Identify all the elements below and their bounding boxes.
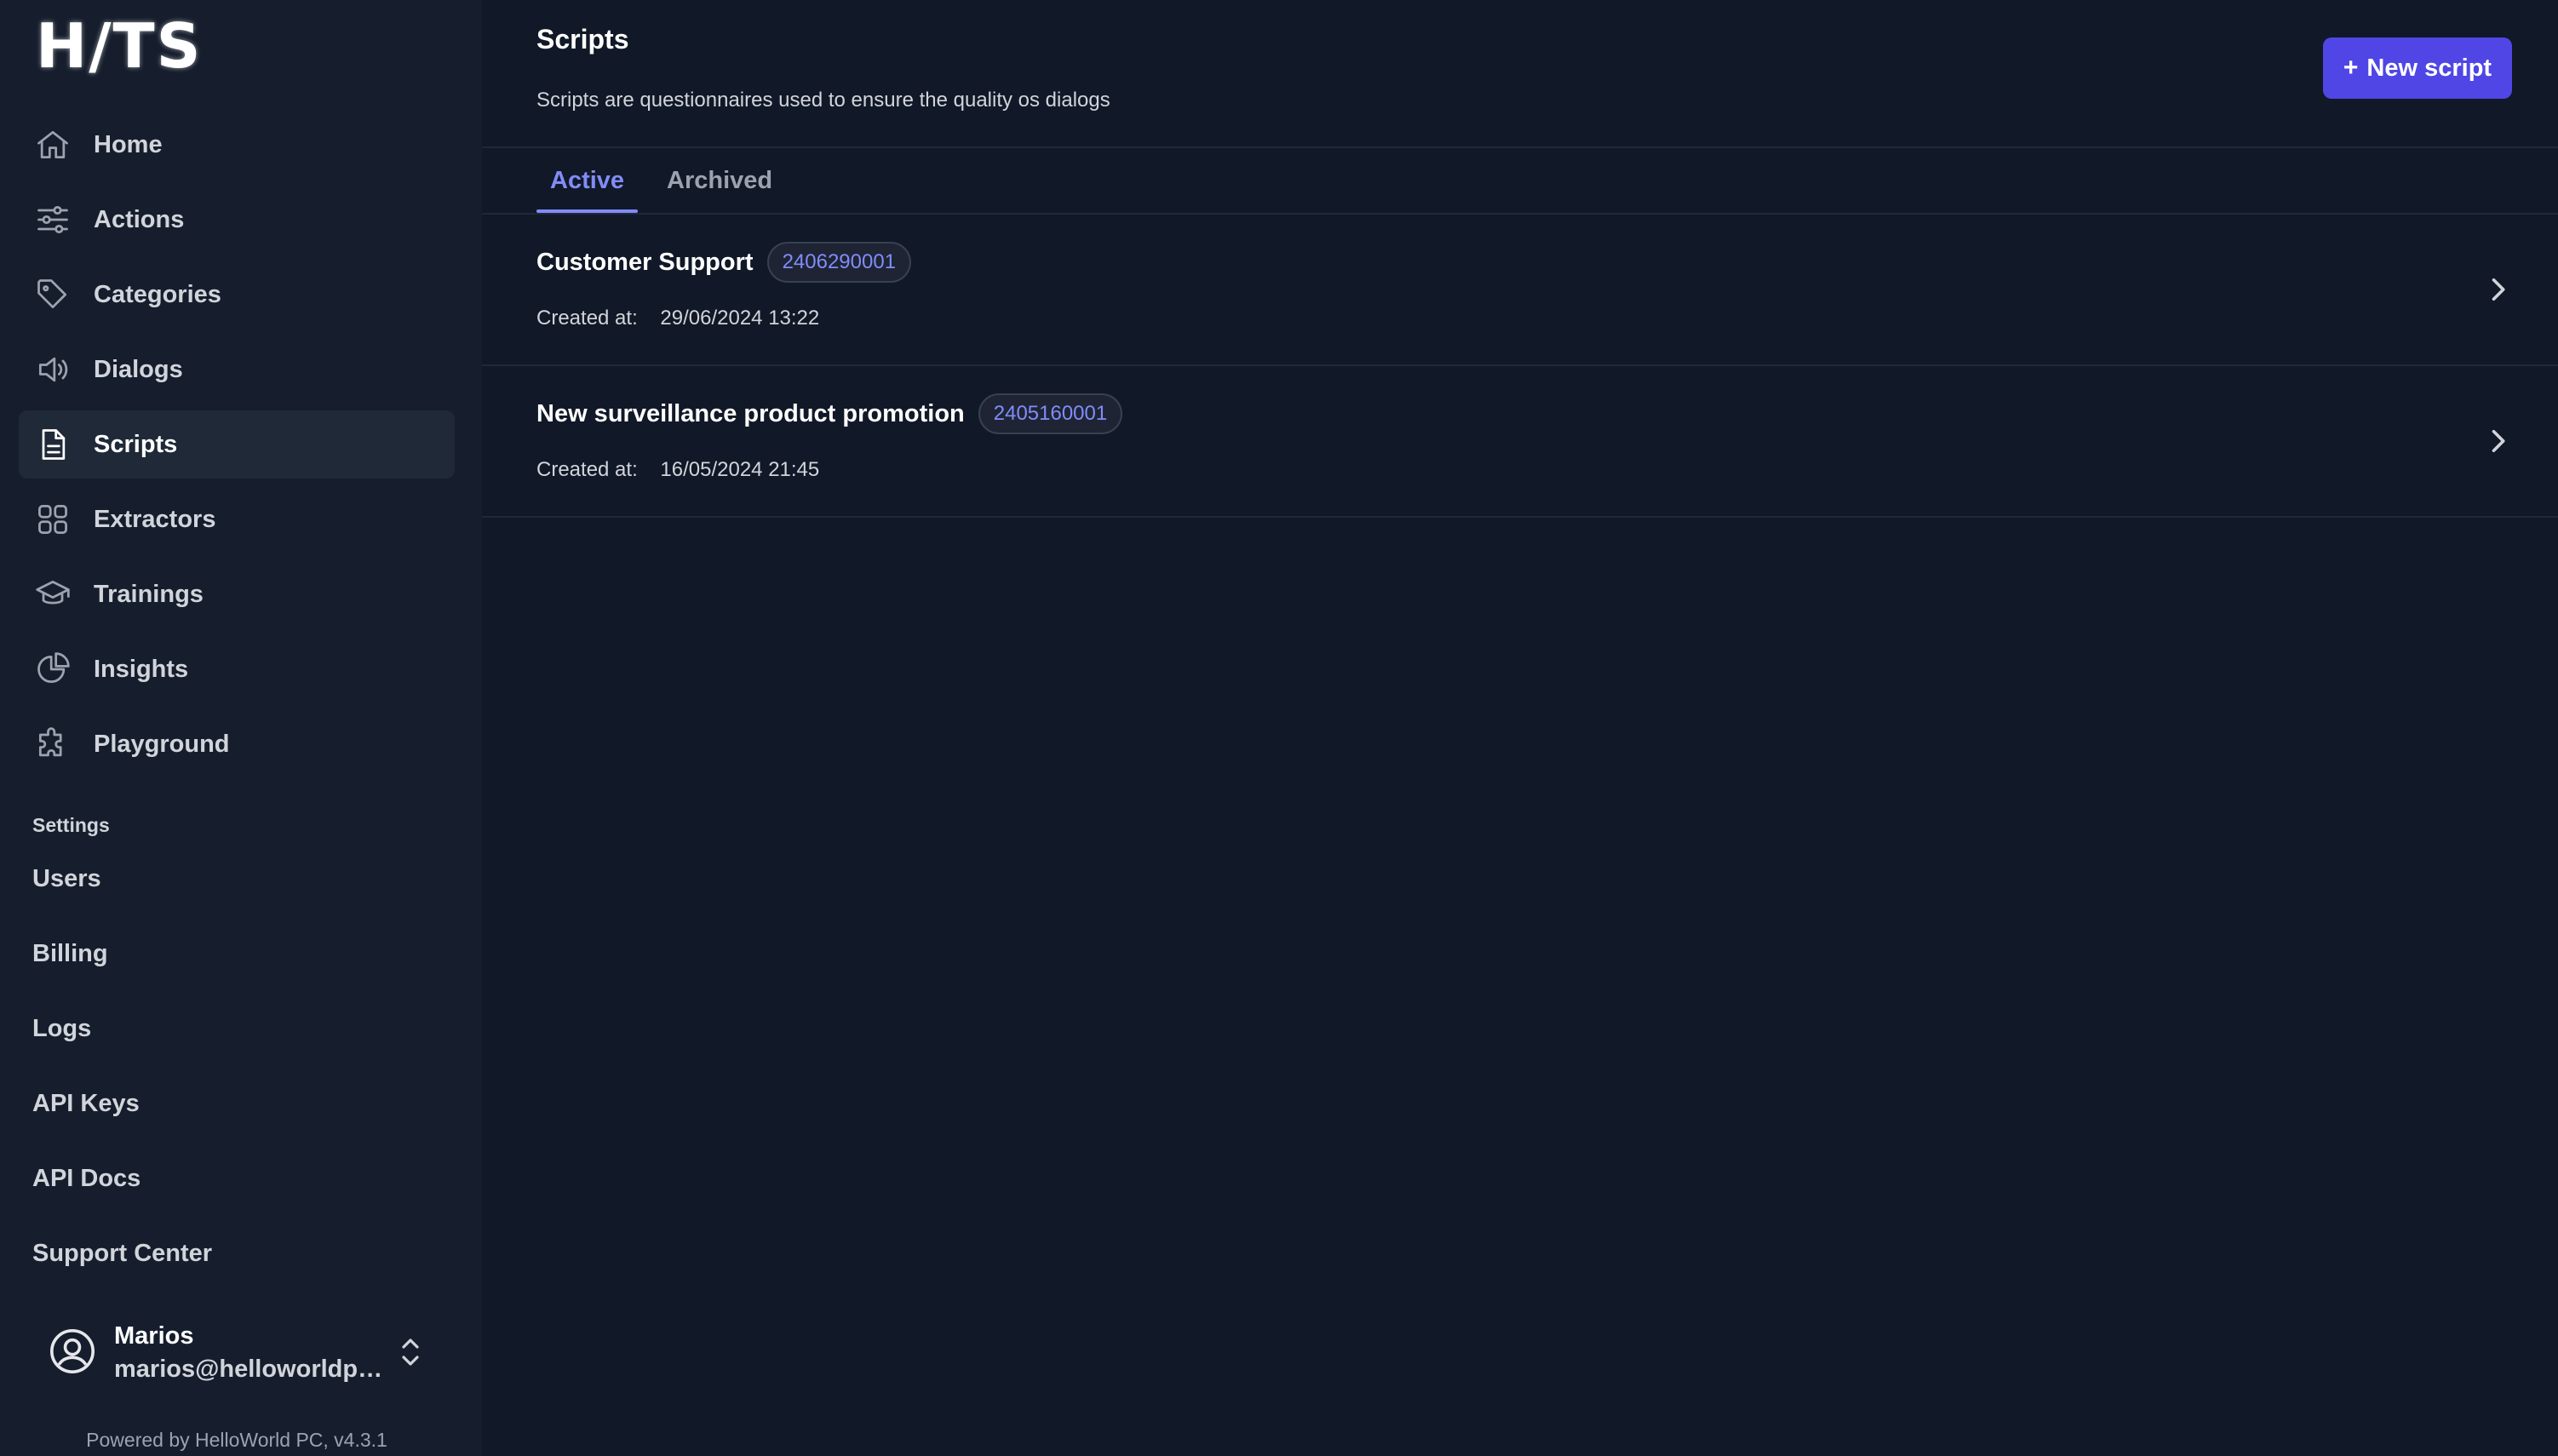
nav-label: Insights <box>94 655 189 683</box>
user-name: Marios <box>114 1322 194 1350</box>
brand-logo[interactable]: H/TS <box>36 3 215 89</box>
nav-label: Categories <box>94 280 221 308</box>
nav-label: Scripts <box>94 430 178 458</box>
script-name: Customer Support <box>536 248 754 276</box>
list-item[interactable]: Customer Support 2406290001 Created at: … <box>482 215 2558 366</box>
created-label: Created at: <box>536 458 638 481</box>
new-script-button[interactable]: + New script <box>2323 37 2512 99</box>
script-name: New surveillance product promotion <box>536 399 965 427</box>
nav-item-trainings[interactable]: Trainings <box>19 560 455 628</box>
created-label: Created at: <box>536 307 638 330</box>
logo-text: H/TS <box>36 10 203 82</box>
main-nav: Home Actions Categories Dialogs Scripts … <box>19 111 455 785</box>
page-description: Scripts are questionnaires used to ensur… <box>536 89 1110 112</box>
puzzle-icon <box>38 727 62 757</box>
nav-item-home[interactable]: Home <box>19 111 455 179</box>
settings-item-logs[interactable]: Logs <box>32 991 458 1066</box>
nav-item-dialogs[interactable]: Dialogs <box>19 335 455 404</box>
document-icon <box>42 429 66 460</box>
user-menu[interactable]: Marios marios@helloworldpc.... <box>48 1315 431 1391</box>
powered-by: Powered by HelloWorld PC, v4.3.1 <box>86 1429 387 1451</box>
settings-item-billing[interactable]: Billing <box>32 916 458 991</box>
nav-label: Trainings <box>94 580 204 608</box>
list-item[interactable]: New surveillance product promotion 24051… <box>482 366 2558 518</box>
nav-item-scripts[interactable]: Scripts <box>19 410 455 479</box>
grid-icon <box>38 505 67 534</box>
nav-item-actions[interactable]: Actions <box>19 186 455 254</box>
row-title: Customer Support 2406290001 <box>536 242 912 283</box>
settings-item-support-center[interactable]: Support Center <box>32 1216 458 1291</box>
nav-label: Playground <box>94 730 230 758</box>
nav-label: Dialogs <box>94 355 183 383</box>
new-script-label: New script <box>2366 54 2492 82</box>
tab-archived[interactable]: Archived <box>653 148 786 213</box>
sliders-icon <box>37 205 68 234</box>
script-id-badge: 2406290001 <box>766 242 912 283</box>
academic-cap-icon <box>36 580 70 605</box>
nav-label: Actions <box>94 205 185 233</box>
tabs: Active Archived <box>536 148 801 213</box>
pie-chart-icon <box>37 652 70 684</box>
row-meta: Created at: 29/06/2024 13:22 <box>536 307 819 330</box>
user-email: marios@helloworldpc.... <box>114 1356 395 1383</box>
chevron-right-icon <box>2485 274 2510 309</box>
tab-active[interactable]: Active <box>536 148 639 213</box>
home-icon <box>37 130 68 159</box>
settings-list: Users Billing Logs API Keys API Docs Sup… <box>32 860 458 1310</box>
chevron-up-down-icon[interactable] <box>399 1335 422 1373</box>
tag-icon <box>37 279 67 309</box>
user-info: Marios marios@helloworldpc.... <box>114 1322 395 1384</box>
settings-item-users[interactable]: Users <box>32 841 458 916</box>
chevron-right-icon <box>2485 426 2510 461</box>
avatar <box>48 1327 97 1380</box>
row-meta: Created at: 16/05/2024 21:45 <box>536 458 819 482</box>
script-id-badge: 2405160001 <box>978 393 1123 434</box>
user-circle-icon <box>50 1328 95 1373</box>
nav-item-insights[interactable]: Insights <box>19 635 455 703</box>
nav-item-playground[interactable]: Playground <box>19 710 455 778</box>
nav-item-categories[interactable]: Categories <box>19 261 455 329</box>
created-at: 29/06/2024 13:22 <box>660 307 820 330</box>
plus-icon: + <box>2343 54 2359 82</box>
speaker-icon <box>38 357 68 382</box>
sidebar: H/TS Home Actions Categories Dialogs Scr… <box>0 0 482 1456</box>
nav-label: Home <box>94 130 163 158</box>
settings-item-api-docs[interactable]: API Docs <box>32 1141 458 1216</box>
app-root: H/TS Home Actions Categories Dialogs Scr… <box>0 0 2558 1456</box>
page-title: Scripts <box>536 24 629 54</box>
settings-heading: Settings <box>32 814 110 836</box>
row-title: New surveillance product promotion 24051… <box>536 393 1123 434</box>
scripts-list: Customer Support 2406290001 Created at: … <box>482 215 2558 518</box>
created-at: 16/05/2024 21:45 <box>660 458 820 481</box>
main-content: Scripts Scripts are questionnaires used … <box>482 0 2558 1456</box>
nav-label: Extractors <box>94 505 216 533</box>
settings-item-api-keys[interactable]: API Keys <box>32 1066 458 1141</box>
nav-item-extractors[interactable]: Extractors <box>19 485 455 553</box>
